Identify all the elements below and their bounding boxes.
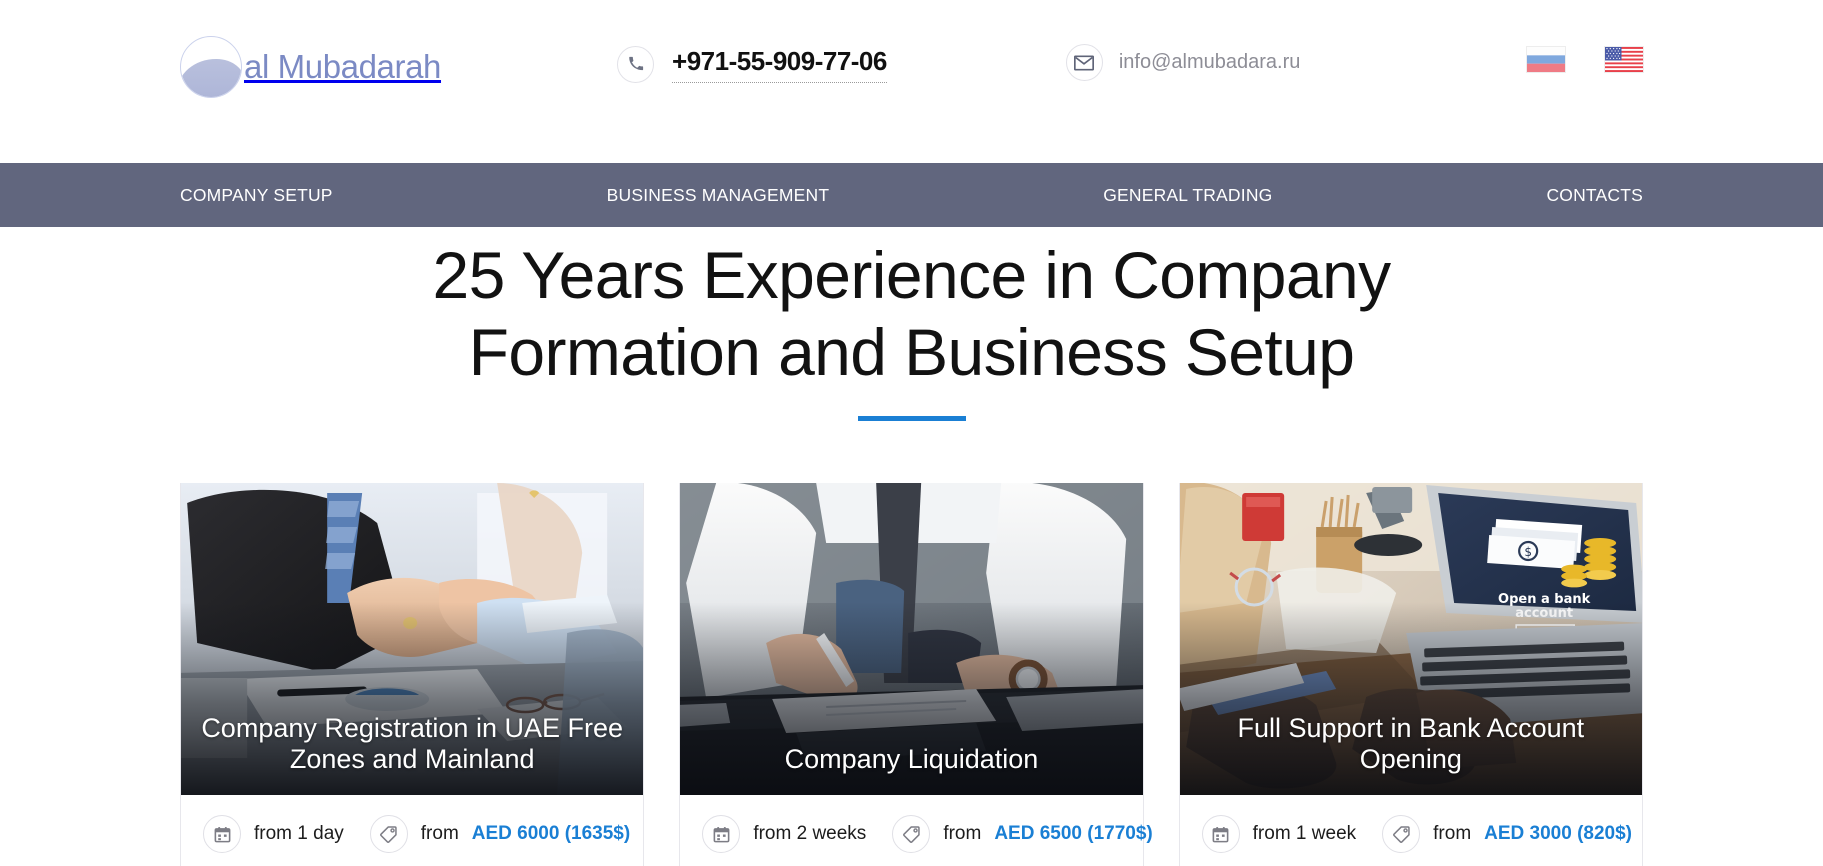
- card-title: Full Support in Bank Account Opening: [1237, 712, 1585, 774]
- nav-item-contacts[interactable]: CONTACTS: [1546, 185, 1643, 206]
- price-prefix: from: [420, 823, 459, 844]
- card-price: from AED 6500 (1770$): [892, 815, 1153, 853]
- nav-inner: COMPANY SETUP BUSINESS MANAGEMENT GENERA…: [180, 163, 1643, 227]
- us-flag-icon[interactable]: [1605, 47, 1643, 72]
- nav-item-business-management[interactable]: BUSINESS MANAGEMENT: [607, 185, 830, 206]
- nav-item-company-setup[interactable]: COMPANY SETUP: [180, 185, 333, 206]
- card-price: from AED 6000 (1635$): [369, 815, 631, 853]
- price-value: AED 3000 (820$): [1484, 823, 1633, 844]
- svg-text:$: $: [1524, 545, 1532, 559]
- calendar-icon: [1201, 815, 1240, 853]
- logo-text: al Mubadarah: [244, 47, 442, 85]
- price-tag-icon: [369, 815, 408, 853]
- svg-text:Open a bank: Open a bank: [1498, 592, 1591, 607]
- price-prefix: from: [1433, 823, 1472, 844]
- service-card[interactable]: $ Open a bank account Enter: [1178, 483, 1643, 866]
- hero-section: 25 Years Experience in Company Formation…: [0, 227, 1823, 422]
- email-address[interactable]: info@almubadara.ru: [1119, 51, 1301, 74]
- envelope-icon: [1065, 44, 1103, 81]
- page-root: al Mubadarah +971-55-909-77-06 info@almu…: [0, 0, 1823, 866]
- card-duration: from 1 week: [1201, 815, 1357, 853]
- service-card[interactable]: Company Liquidation from 2 weeks from AE…: [679, 483, 1153, 866]
- site-header: al Mubadarah +971-55-909-77-06 info@almu…: [0, 0, 1823, 163]
- email-contact[interactable]: info@almubadara.ru: [1065, 44, 1301, 81]
- card-footer: from 1 week from AED 3000 (820$): [1180, 795, 1642, 866]
- circle-wave-logo-icon: [180, 35, 242, 98]
- duration-text: from 2 weeks: [753, 823, 867, 844]
- price-value: AED 6500 (1770$): [994, 823, 1153, 844]
- card-price: from AED 3000 (820$): [1382, 815, 1632, 853]
- card-image-signing: Company Liquidation: [680, 483, 1143, 795]
- card-duration: from 2 weeks: [702, 815, 866, 853]
- duration-text: from 1 week: [1252, 823, 1357, 844]
- main-navigation: COMPANY SETUP BUSINESS MANAGEMENT GENERA…: [0, 163, 1823, 227]
- calendar-icon: [702, 815, 741, 853]
- service-card-list: Company Registration in UAE Free Zones a…: [180, 483, 1643, 866]
- page-title: 25 Years Experience in Company Formation…: [432, 238, 1392, 389]
- calendar-icon: [203, 815, 241, 853]
- site-logo[interactable]: al Mubadarah: [180, 35, 442, 98]
- phone-number[interactable]: +971-55-909-77-06: [672, 46, 887, 83]
- price-prefix: from: [943, 823, 982, 844]
- card-title: Company Registration in UAE Free Zones a…: [201, 712, 623, 774]
- title-accent-divider: [857, 416, 966, 422]
- duration-text: from 1 day: [254, 823, 344, 844]
- service-card[interactable]: Company Registration in UAE Free Zones a…: [180, 483, 645, 866]
- phone-icon: [617, 45, 655, 83]
- card-footer: from 2 weeks from AED 6500 (1770$): [680, 795, 1153, 866]
- nav-item-general-trading[interactable]: GENERAL TRADING: [1103, 185, 1272, 206]
- price-tag-icon: [1382, 815, 1421, 853]
- language-switcher: [1527, 47, 1643, 72]
- price-value: AED 6000 (1635$): [471, 823, 631, 844]
- svg-text:account: account: [1515, 606, 1573, 621]
- card-duration: from 1 day: [203, 815, 344, 853]
- header-inner: al Mubadarah +971-55-909-77-06 info@almu…: [180, 0, 1643, 163]
- russian-flag-icon[interactable]: [1527, 47, 1565, 72]
- phone-contact[interactable]: +971-55-909-77-06: [617, 45, 887, 83]
- card-image-bank-account: $ Open a bank account Enter: [1179, 483, 1642, 795]
- card-image-handshake: Company Registration in UAE Free Zones a…: [181, 483, 644, 795]
- price-tag-icon: [892, 815, 931, 853]
- card-title: Company Liquidation: [784, 743, 1039, 774]
- card-footer: from 1 day from AED 6000 (1635$): [181, 795, 643, 866]
